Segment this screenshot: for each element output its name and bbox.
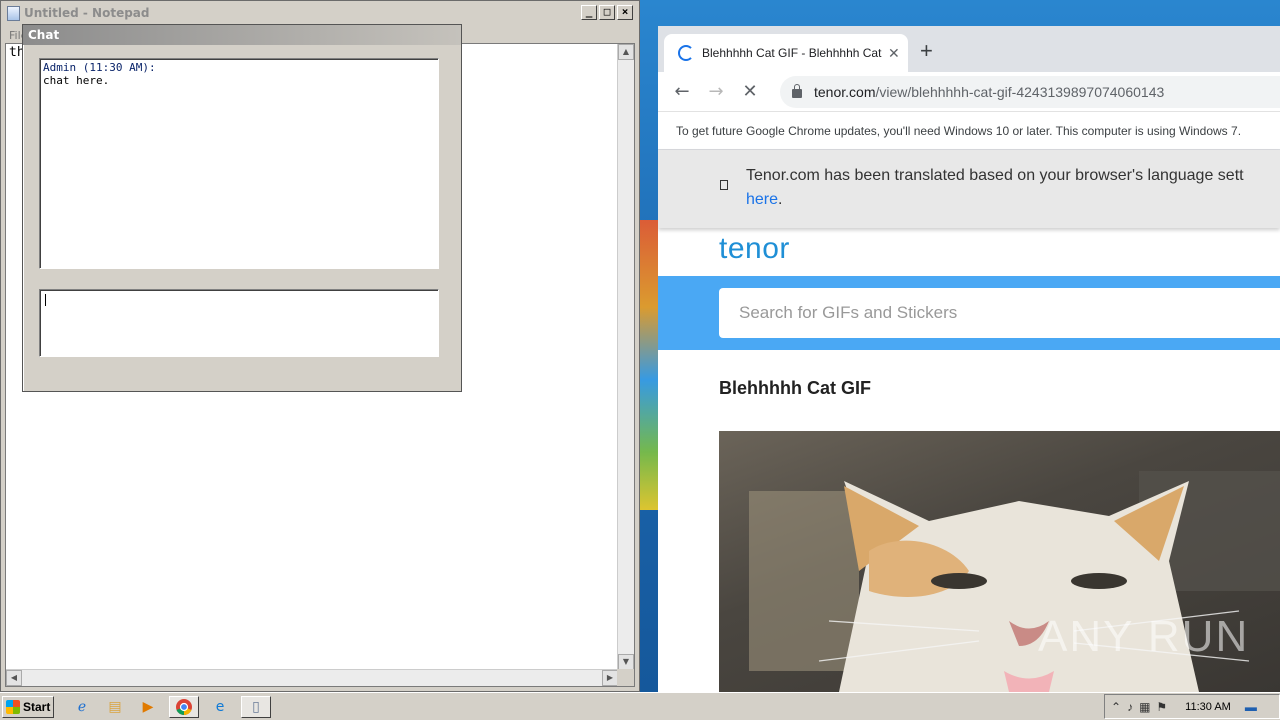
message-author: Admin (11:30 AM):: [43, 61, 156, 74]
translate-message: Tenor.com has been translated based on y…: [746, 164, 1244, 212]
chat-titlebar[interactable]: Chat: [23, 25, 461, 45]
update-notice-bar: To get future Google Chrome updates, you…: [658, 112, 1280, 150]
browser-toolbar: ← → ✕ tenor.com/view/blehhhhh-cat-gif-42…: [658, 72, 1280, 112]
scroll-corner: [617, 669, 634, 686]
minimize-button[interactable]: _: [581, 5, 597, 20]
lock-icon[interactable]: [792, 84, 802, 98]
scroll-up-icon[interactable]: ▲: [618, 44, 634, 60]
media-player-icon[interactable]: ▶: [136, 696, 160, 718]
network-icon[interactable]: ▦: [1139, 700, 1150, 714]
clock[interactable]: 11:30 AM: [1185, 701, 1231, 713]
back-arrow-icon[interactable]: ←: [672, 81, 692, 102]
action-center-flag-icon[interactable]: ⚑: [1156, 700, 1167, 714]
gif-title: Blehhhhh Cat GIF: [719, 378, 871, 398]
chat-window[interactable]: Chat Admin (11:30 AM): chat here.: [22, 24, 462, 392]
text-caret: [45, 294, 46, 306]
vertical-scrollbar[interactable]: ▲ ▼: [617, 44, 634, 670]
notepad-title: Untitled - Notepad: [24, 6, 150, 20]
search-band: Search for GIFs and Stickers: [658, 276, 1280, 350]
search-placeholder: Search for GIFs and Stickers: [739, 303, 958, 322]
notepad-titlebar[interactable]: Untitled - Notepad _ □ ×: [1, 1, 639, 25]
edge-icon[interactable]: e: [208, 696, 232, 718]
browser-tab[interactable]: Blehhhhh Cat GIF - Blehhhhh Cat - Di ✕: [664, 34, 908, 72]
forward-arrow-icon[interactable]: →: [706, 81, 726, 102]
stop-loading-icon[interactable]: ✕: [740, 81, 760, 102]
horizontal-scrollbar[interactable]: ◀ ▶: [6, 669, 618, 686]
update-notice-text: To get future Google Chrome updates, you…: [676, 123, 1242, 138]
loading-spinner-icon: [678, 45, 694, 61]
chrome-taskbar-icon[interactable]: [169, 695, 199, 718]
message-text: chat here.: [43, 74, 110, 87]
notepad-taskbar-icon[interactable]: ▯: [241, 695, 271, 718]
file-explorer-icon[interactable]: ▤: [103, 696, 127, 718]
web-page: Tenor.com has been translated based on y…: [658, 150, 1280, 692]
internet-explorer-icon[interactable]: ℯ: [70, 696, 94, 718]
translate-text: Tenor.com has been translated based on y…: [746, 167, 1244, 184]
show-desktop-icon[interactable]: ▬: [1245, 700, 1257, 714]
volume-icon[interactable]: ♪: [1127, 700, 1133, 714]
translate-link-period: .: [778, 191, 783, 208]
scroll-down-icon[interactable]: ▼: [618, 654, 634, 670]
start-button[interactable]: Start: [2, 695, 54, 718]
system-tray: ⌃ ♪ ▦ ⚑ 11:30 AM ▬: [1104, 694, 1280, 719]
close-button[interactable]: ×: [617, 5, 633, 20]
gif-search-input[interactable]: Search for GIFs and Stickers: [719, 288, 1280, 338]
translate-banner: Tenor.com has been translated based on y…: [658, 150, 1280, 228]
start-label: Start: [23, 699, 51, 714]
scroll-right-icon[interactable]: ▶: [602, 670, 618, 686]
chat-input[interactable]: [39, 289, 439, 357]
chat-log: Admin (11:30 AM): chat here.: [39, 58, 439, 269]
chrome-icon: [176, 698, 192, 715]
chrome-window[interactable]: Blehhhhh Cat GIF - Blehhhhh Cat - Di ✕ +…: [658, 26, 1280, 692]
windows-flag-icon: [6, 699, 20, 714]
anyrun-watermark: ANY RUN: [1038, 612, 1250, 661]
translate-icon: [720, 180, 728, 190]
notepad-icon: [7, 5, 20, 21]
maximize-button[interactable]: □: [599, 5, 615, 20]
new-tab-icon[interactable]: +: [920, 38, 933, 64]
tab-strip: Blehhhhh Cat GIF - Blehhhhh Cat - Di ✕ +: [658, 26, 1280, 72]
scroll-left-icon[interactable]: ◀: [6, 670, 22, 686]
tenor-logo[interactable]: tenor: [719, 232, 790, 266]
url-path: /view/blehhhhh-cat-gif-42431398970740601…: [875, 83, 1165, 100]
translate-link[interactable]: here: [746, 191, 778, 208]
tab-title: Blehhhhh Cat GIF - Blehhhhh Cat - Di: [702, 46, 882, 60]
tab-close-icon[interactable]: ✕: [888, 45, 900, 62]
show-hidden-icons-icon[interactable]: ⌃: [1111, 700, 1121, 714]
address-bar[interactable]: tenor.com/view/blehhhhh-cat-gif-42431398…: [780, 75, 1280, 108]
taskbar: Start ℯ ▤ ▶ e ▯ ⌃ ♪ ▦ ⚑ 11:30 AM ▬: [0, 692, 1280, 720]
url-domain: tenor.com: [814, 83, 876, 100]
